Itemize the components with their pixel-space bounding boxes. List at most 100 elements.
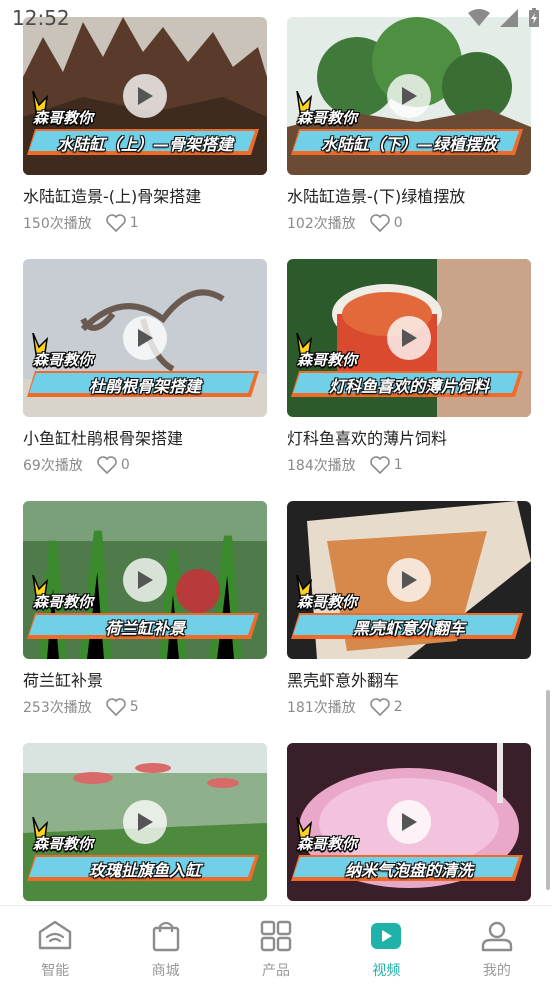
video-card[interactable]: 森哥教你 灯科鱼喜欢的薄片饲料 灯科鱼喜欢的薄片饲料 184次播放 1 [287,259,531,475]
video-thumbnail[interactable]: 森哥教你 灯科鱼喜欢的薄片饲料 [287,259,531,417]
heart-icon[interactable] [105,214,126,232]
overlay-small-text: 森哥教你 [33,835,94,853]
video-title[interactable]: 荷兰缸补景 [23,670,267,692]
status-time: 12:52 [12,6,70,30]
profile-icon [481,921,513,952]
play-count: 253次播放 [23,700,92,716]
video-play-icon [371,923,402,949]
overlay-small-text: 森哥教你 [297,593,358,611]
video-thumbnail[interactable]: 森哥教你 荷兰缸补景 [23,501,267,659]
video-card[interactable]: 森哥教你 荷兰缸补景 荷兰缸补景 253次播放 5 [23,501,267,717]
play-icon [138,329,153,347]
heart-icon[interactable] [369,456,390,474]
overlay-small-text: 森哥教你 [33,593,94,611]
overlay-main-text: 杜鹃根骨架搭建 [88,377,201,396]
video-title[interactable]: 水陆缸造景-(上)骨架搭建 [23,186,267,208]
title-overlay: 森哥教你 水陆缸（下）—绿植摆放 [287,91,531,165]
play-count: 181次播放 [287,700,356,716]
overlay-small-text: 森哥教你 [297,109,358,127]
play-count: 102次播放 [287,216,356,232]
video-thumbnail[interactable]: 森哥教你 水陆缸（上）—骨架搭建 [23,17,267,175]
wifi-icon [468,9,490,26]
overlay-main-text: 荷兰缸补景 [104,619,185,638]
overlay-main-text: 灯科鱼喜欢的薄片饲料 [328,377,489,396]
nav-label: 产品 [262,963,291,979]
play-icon [138,813,153,831]
nav-item-video[interactable]: 视频 [331,906,441,984]
nav-item-smart[interactable]: 智能 [0,906,110,984]
play-icon [402,813,417,831]
overlay-small-text: 森哥教你 [297,835,358,853]
video-thumbnail[interactable]: 森哥教你 水陆缸（下）—绿植摆放 [287,17,531,175]
play-icon [402,87,417,105]
video-card[interactable]: 森哥教你 水陆缸（下）—绿植摆放 水陆缸造景-(下)绿植摆放 102次播放 0 [287,17,531,233]
overlay-main-text: 纳米气泡盘的清洗 [344,861,473,880]
heart-icon[interactable] [369,214,390,232]
video-thumbnail[interactable]: 森哥教你 纳米气泡盘的清洗 [287,743,531,901]
video-title[interactable]: 黑壳虾意外翻车 [287,670,531,692]
video-meta: 181次播放 2 [287,697,531,717]
video-meta: 69次播放 0 [23,455,267,475]
overlay-main-text: 水陆缸（下）—绿植摆放 [320,135,497,154]
nav-item-me[interactable]: 我的 [442,906,552,984]
nav-label: 商城 [151,963,180,979]
heart-icon[interactable] [97,456,117,474]
video-thumbnail[interactable]: 森哥教你 玫瑰扯旗鱼入缸 [23,743,267,901]
title-overlay: 森哥教你 水陆缸（上）—骨架搭建 [23,91,267,165]
nav-item-mall[interactable]: 商城 [110,906,220,984]
overlay-main-text: 水陆缸（上）—骨架搭建 [56,135,233,154]
nav-label: 我的 [482,963,511,979]
video-meta: 184次播放 1 [287,455,531,475]
play-count: 69次播放 [23,458,83,474]
title-overlay: 森哥教你 纳米气泡盘的清洗 [287,817,531,891]
video-title[interactable]: 水陆缸造景-(下)绿植摆放 [287,186,531,208]
play-icon [402,571,417,589]
like-count: 0 [393,215,403,231]
signal-icon [500,9,518,27]
play-icon [138,571,153,589]
play-count: 184次播放 [287,458,356,474]
like-count: 1 [129,215,139,231]
video-meta: 102次播放 0 [287,213,531,233]
title-overlay: 森哥教你 黑壳虾意外翻车 [287,575,531,649]
bottom-nav: 智能 商城 产品 视频 我的 [0,905,552,984]
nav-label: 视频 [372,963,401,979]
video-card[interactable]: 森哥教你 纳米气泡盘的清洗 [287,743,531,901]
video-card[interactable]: 森哥教你 黑壳虾意外翻车 黑壳虾意外翻车 181次播放 2 [287,501,531,717]
video-thumbnail[interactable]: 森哥教你 杜鹃根骨架搭建 [23,259,267,417]
video-meta: 253次播放 5 [23,697,267,717]
like-count: 2 [393,699,403,715]
heart-icon[interactable] [105,698,126,716]
video-title[interactable]: 小鱼缸杜鹃根骨架搭建 [23,428,267,450]
video-card[interactable]: 森哥教你 玫瑰扯旗鱼入缸 [23,743,267,901]
video-thumbnail[interactable]: 森哥教你 黑壳虾意外翻车 [287,501,531,659]
video-title[interactable]: 灯科鱼喜欢的薄片饲料 [287,428,531,450]
like-count: 5 [129,699,139,715]
title-overlay: 森哥教你 杜鹃根骨架搭建 [23,333,267,407]
overlay-small-text: 森哥教你 [297,351,358,369]
status-icons [468,8,540,28]
video-card[interactable]: 森哥教你 水陆缸（上）—骨架搭建 水陆缸造景-(上)骨架搭建 150次播放 1 [23,17,267,233]
video-card[interactable]: 森哥教你 杜鹃根骨架搭建 小鱼缸杜鹃根骨架搭建 69次播放 0 [23,259,267,475]
scrollbar[interactable] [546,690,550,890]
nav-label: 智能 [41,963,70,979]
video-meta: 150次播放 1 [23,213,267,233]
overlay-small-text: 森哥教你 [33,109,94,127]
smart-home-icon [39,920,72,950]
battery-icon [529,8,539,27]
heart-icon[interactable] [369,698,390,716]
overlay-small-text: 森哥教你 [33,351,94,369]
play-icon [402,329,417,347]
overlay-main-text: 玫瑰扯旗鱼入缸 [88,861,201,880]
title-overlay: 森哥教你 荷兰缸补景 [23,575,267,649]
like-count: 0 [120,457,130,473]
grid-icon [260,920,292,952]
overlay-main-text: 黑壳虾意外翻车 [352,619,465,638]
status-bar: 12:52 [0,0,552,34]
title-overlay: 森哥教你 玫瑰扯旗鱼入缸 [23,817,267,891]
shopping-bag-icon [152,921,179,952]
like-count: 1 [393,457,403,473]
play-count: 150次播放 [23,216,92,232]
play-icon [138,87,153,105]
nav-item-products[interactable]: 产品 [221,906,331,984]
